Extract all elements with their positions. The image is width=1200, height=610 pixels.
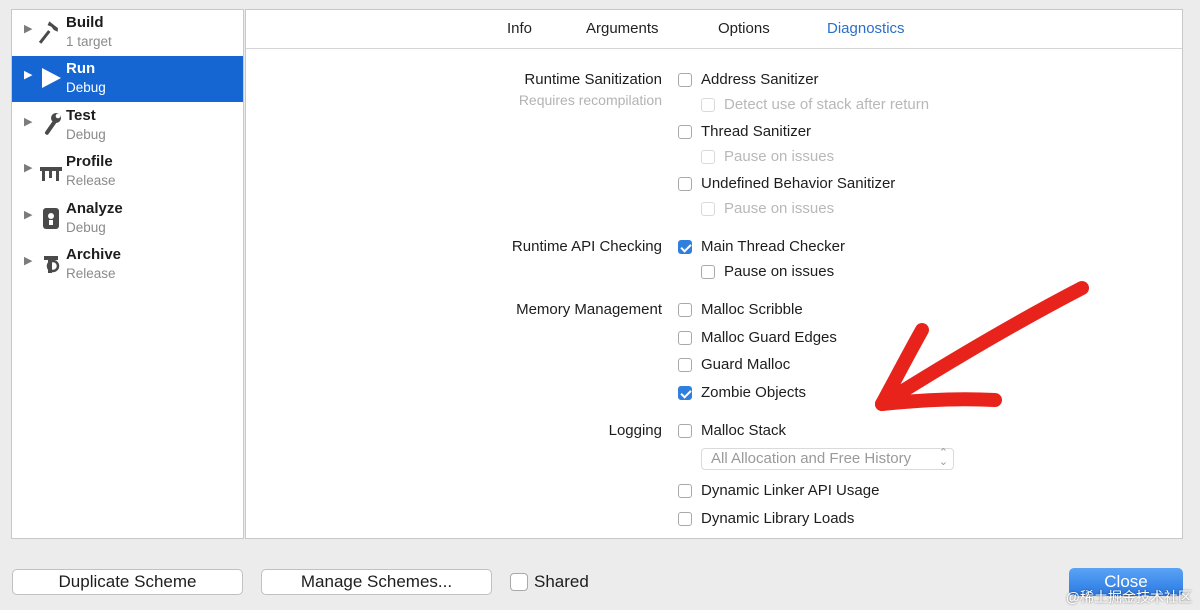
archive-icon bbox=[44, 256, 60, 273]
malloc-stack-popup[interactable]: All Allocation and Free History ⌃ ⌄ bbox=[701, 448, 954, 470]
tab-diagnostics[interactable]: Diagnostics bbox=[827, 20, 905, 37]
checkbox-label: Shared bbox=[534, 572, 589, 591]
checkbox-label: Guard Malloc bbox=[701, 356, 791, 373]
action-name: Build bbox=[66, 14, 104, 31]
section-label-runtime-api-checking: Runtime API Checking bbox=[511, 238, 662, 255]
recompilation-note: Requires recompilation bbox=[518, 92, 662, 108]
disclosure-triangle-icon[interactable]: ▶ bbox=[24, 254, 32, 267]
checkbox-box[interactable] bbox=[678, 424, 692, 438]
checkbox-label: Thread Sanitizer bbox=[701, 123, 812, 140]
checkbox-label: Pause on issues bbox=[724, 200, 835, 217]
action-name: Test bbox=[66, 107, 96, 124]
checkbox-box[interactable] bbox=[678, 240, 692, 254]
tab-arguments[interactable]: Arguments bbox=[586, 20, 659, 37]
action-subtitle: Release bbox=[66, 173, 116, 188]
hammer-icon bbox=[38, 21, 58, 44]
checkbox-box[interactable] bbox=[678, 484, 692, 498]
checkbox-label: Pause on issues bbox=[724, 263, 835, 280]
checkbox-label: Dynamic Linker API Usage bbox=[701, 482, 880, 499]
updown-chevron-icon: ⌃ ⌄ bbox=[938, 447, 948, 468]
action-build[interactable]: ▶ Build 1 target bbox=[12, 10, 243, 56]
checkbox-label: Main Thread Checker bbox=[701, 238, 845, 255]
annotation-arrow-icon bbox=[875, 281, 1089, 411]
wrench-icon bbox=[44, 113, 61, 135]
disclosure-triangle-icon[interactable]: ▶ bbox=[24, 161, 32, 174]
section-label-runtime-sanitization: Runtime Sanitization bbox=[524, 71, 662, 88]
disclosure-triangle-icon[interactable]: ▶ bbox=[24, 208, 32, 221]
checkbox-box[interactable] bbox=[701, 150, 715, 164]
scheme-action-list: ▶ Build 1 target ▶ Run Debug ▶ Test Debu… bbox=[11, 9, 244, 539]
checkbox-box[interactable] bbox=[510, 573, 528, 591]
checkbox-label: Malloc Scribble bbox=[701, 301, 803, 318]
tab-options[interactable]: Options bbox=[718, 20, 770, 37]
disclosure-triangle-icon[interactable]: ▶ bbox=[24, 22, 32, 35]
checkbox-label: Undefined Behavior Sanitizer bbox=[701, 175, 896, 192]
checkbox-box[interactable] bbox=[678, 358, 692, 372]
checkbox-box[interactable] bbox=[678, 512, 692, 526]
watermark: @稀土掘金技术社区 bbox=[1065, 589, 1192, 605]
section-label-memory-management: Memory Management bbox=[516, 301, 662, 318]
action-subtitle: 1 target bbox=[66, 34, 112, 49]
gauge-icon bbox=[40, 167, 62, 181]
section-label-logging: Logging bbox=[608, 422, 662, 439]
action-subtitle: Release bbox=[66, 266, 116, 281]
play-icon bbox=[42, 68, 61, 88]
action-name: Archive bbox=[66, 246, 122, 263]
action-run[interactable]: ▶ Run Debug bbox=[12, 56, 243, 102]
action-name: Analyze bbox=[66, 200, 123, 217]
disclosure-triangle-icon[interactable]: ▶ bbox=[24, 68, 32, 81]
checkbox-box[interactable] bbox=[701, 265, 715, 279]
duplicate-scheme-button[interactable]: Duplicate Scheme bbox=[12, 569, 243, 595]
checkbox-box[interactable] bbox=[678, 303, 692, 317]
checkbox-label: Zombie Objects bbox=[701, 384, 807, 401]
checkbox-box[interactable] bbox=[678, 73, 692, 87]
checkbox-box[interactable] bbox=[678, 331, 692, 345]
checkbox-box[interactable] bbox=[701, 202, 715, 216]
disclosure-triangle-icon[interactable]: ▶ bbox=[24, 115, 32, 128]
action-archive[interactable]: ▶ Archive Release bbox=[12, 242, 243, 288]
action-subtitle: Debug bbox=[66, 127, 106, 142]
checkbox-box[interactable] bbox=[678, 177, 692, 191]
analyze-icon bbox=[43, 208, 59, 229]
checkbox-box[interactable] bbox=[678, 386, 692, 400]
action-profile[interactable]: ▶ Profile Release bbox=[12, 149, 243, 195]
checkbox-label: Pause on issues bbox=[724, 148, 835, 165]
action-name: Run bbox=[66, 60, 96, 77]
popup-value: All Allocation and Free History bbox=[711, 450, 912, 467]
action-test[interactable]: ▶ Test Debug bbox=[12, 103, 243, 149]
manage-schemes-button[interactable]: Manage Schemes... bbox=[261, 569, 492, 595]
tab-bar: Info Arguments Options Diagnostics bbox=[246, 10, 1182, 49]
tab-info[interactable]: Info bbox=[507, 20, 532, 37]
checkbox-label: Address Sanitizer bbox=[701, 71, 819, 88]
checkbox-box[interactable] bbox=[678, 125, 692, 139]
checkbox-label: Malloc Stack bbox=[701, 422, 787, 439]
action-subtitle: Debug bbox=[66, 80, 106, 95]
checkbox-label: Detect use of stack after return bbox=[724, 96, 930, 113]
checkbox-box[interactable] bbox=[701, 98, 715, 112]
checkbox-label: Dynamic Library Loads bbox=[701, 510, 855, 527]
action-analyze[interactable]: ▶ Analyze Debug bbox=[12, 196, 243, 242]
action-subtitle: Debug bbox=[66, 220, 106, 235]
checkbox-label: Malloc Guard Edges bbox=[701, 329, 837, 346]
action-name: Profile bbox=[66, 153, 113, 170]
